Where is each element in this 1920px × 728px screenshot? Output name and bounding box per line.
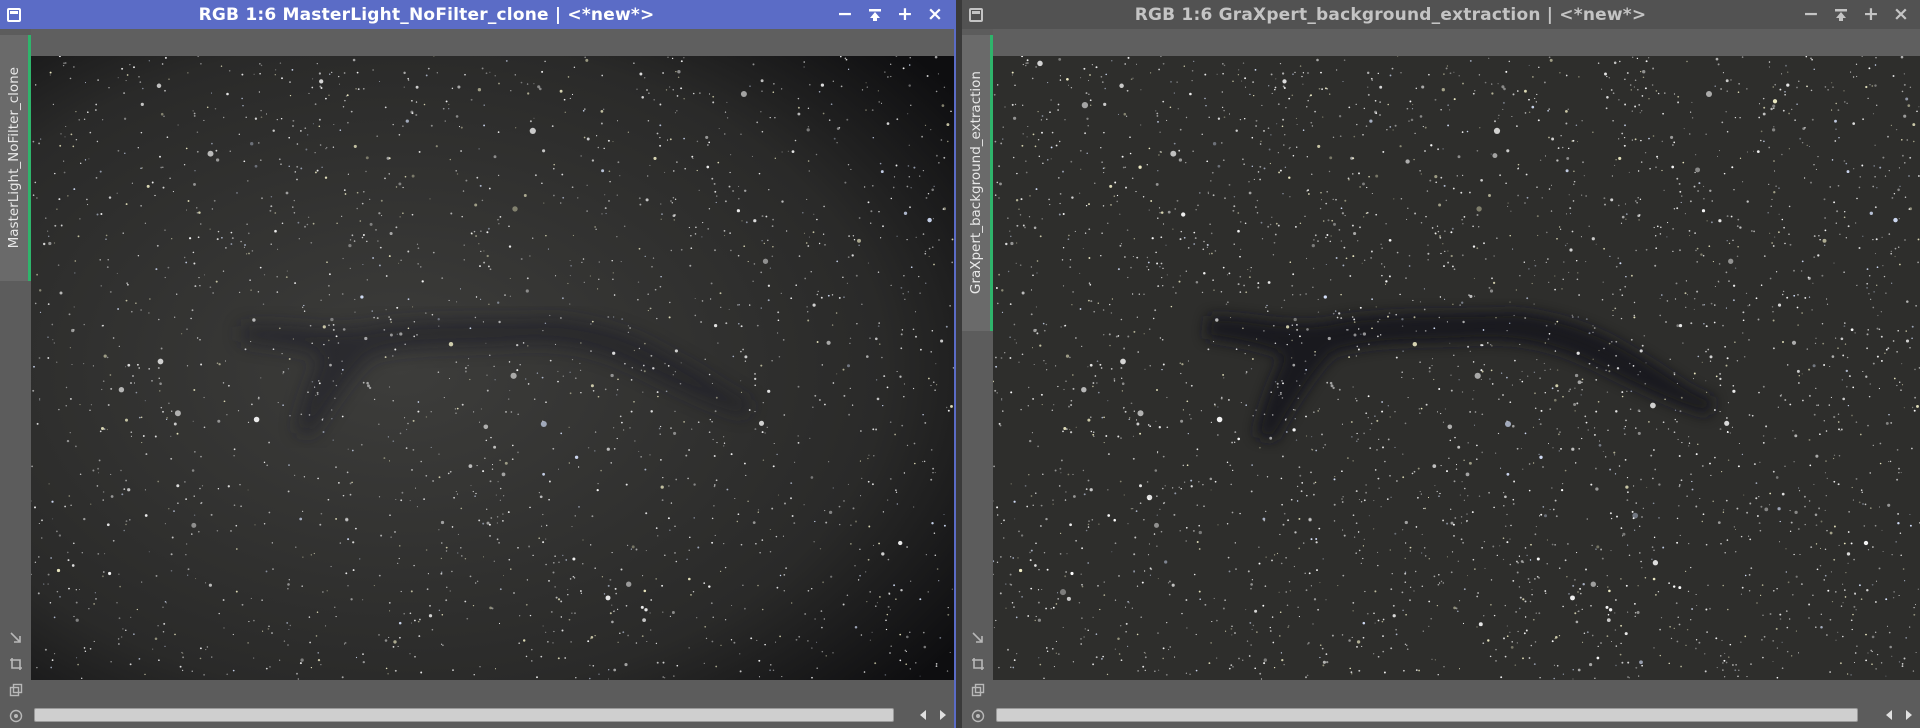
crop-icon[interactable] [969, 655, 987, 673]
star-field-image [31, 56, 954, 680]
top-bar [962, 29, 1920, 56]
shade-icon [869, 8, 881, 21]
window-icon[interactable] [969, 7, 983, 22]
windows-icon[interactable] [7, 681, 25, 699]
image-identifier-tab[interactable]: MasterLight_NoFilter_clone [0, 35, 31, 281]
workspace: RGB 1:6 MasterLight_NoFilter_clone | <*n… [0, 0, 1920, 728]
crop-icon[interactable] [7, 655, 25, 673]
image-canvas[interactable] [31, 56, 954, 680]
maximize-button[interactable]: + [892, 3, 918, 27]
horizontal-scrollbar[interactable] [34, 708, 894, 722]
scroll-right-arrow-icon[interactable] [1902, 706, 1916, 724]
target-icon[interactable] [969, 707, 987, 725]
shade-icon [1835, 8, 1847, 21]
titlebar[interactable]: RGB 1:6 MasterLight_NoFilter_clone | <*n… [0, 0, 954, 29]
image-identifier-tab[interactable]: GraXpert_background_extraction [962, 35, 993, 331]
image-canvas[interactable] [993, 56, 1920, 680]
window-title: RGB 1:6 MasterLight_NoFilter_clone | <*n… [198, 4, 655, 25]
shade-button[interactable] [862, 3, 888, 27]
horizontal-scrollbar[interactable] [996, 708, 1858, 722]
window-icon[interactable] [7, 7, 21, 22]
target-icon[interactable] [7, 707, 25, 725]
titlebar[interactable]: RGB 1:6 GraXpert_background_extraction |… [962, 0, 1920, 29]
image-identifier-label: GraXpert_background_extraction [968, 71, 984, 295]
minimize-button[interactable]: − [832, 3, 858, 27]
window-title: RGB 1:6 GraXpert_background_extraction |… [1134, 4, 1647, 25]
close-button[interactable]: × [1888, 3, 1914, 27]
scroll-left-arrow-icon[interactable] [916, 706, 930, 724]
close-button[interactable]: × [922, 3, 948, 27]
image-window-graxpert[interactable]: RGB 1:6 GraXpert_background_extraction |… [962, 0, 1920, 728]
minimize-button[interactable]: − [1798, 3, 1824, 27]
side-panel: MasterLight_NoFilter_clone [0, 29, 31, 728]
image-window-masterlight[interactable]: RGB 1:6 MasterLight_NoFilter_clone | <*n… [0, 0, 956, 728]
shade-button[interactable] [1828, 3, 1854, 27]
scroll-right-arrow-icon[interactable] [936, 706, 950, 724]
maximize-button[interactable]: + [1858, 3, 1884, 27]
top-bar [0, 29, 954, 56]
scroll-left-arrow-icon[interactable] [1882, 706, 1896, 724]
link-arrow-icon[interactable] [969, 629, 987, 647]
windows-icon[interactable] [969, 681, 987, 699]
link-arrow-icon[interactable] [7, 629, 25, 647]
side-panel: GraXpert_background_extraction [962, 29, 993, 728]
horizontal-scroll-area [31, 680, 954, 728]
horizontal-scroll-area [993, 680, 1920, 728]
star-field-image [993, 56, 1920, 680]
image-identifier-label: MasterLight_NoFilter_clone [6, 67, 22, 249]
